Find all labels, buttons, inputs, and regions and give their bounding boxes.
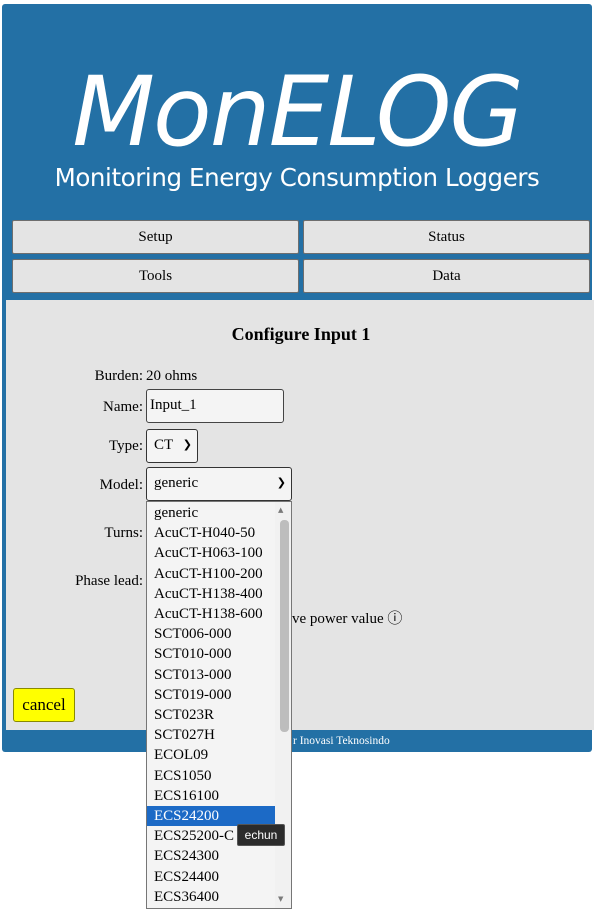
burden-value: 20 ohms xyxy=(146,368,198,384)
type-label: Type: xyxy=(109,438,143,454)
dropdown-option[interactable]: AcuCT-H063-100 xyxy=(147,543,275,563)
model-label: Model: xyxy=(99,477,143,493)
tools-button[interactable]: Tools xyxy=(12,259,299,293)
data-button[interactable]: Data xyxy=(303,259,590,293)
name-input-value: Input_1 xyxy=(150,397,197,413)
chevron-down-icon: ❯ xyxy=(276,476,286,489)
dropdown-option[interactable]: ECS24200 xyxy=(147,806,275,826)
tagline: Monitoring Energy Consumption Loggers xyxy=(54,163,540,192)
main-nav: Setup Status Tools Data xyxy=(2,218,592,296)
dropdown-option[interactable]: AcuCT-H138-600 xyxy=(147,604,275,624)
scroll-up-icon[interactable]: ▲ xyxy=(278,506,283,514)
name-input[interactable]: Input_1 xyxy=(146,389,284,423)
dropdown-option[interactable]: AcuCT-H138-400 xyxy=(147,584,275,604)
dropdown-option[interactable]: SCT027H xyxy=(147,725,275,745)
dropdown-option[interactable]: ECS24300 xyxy=(147,846,275,866)
dropdown-option[interactable]: AcuCT-H040-50 xyxy=(147,523,275,543)
type-select[interactable]: CT ❯ xyxy=(146,429,198,463)
scroll-down-icon[interactable]: ▼ xyxy=(278,895,283,903)
type-select-value: CT xyxy=(154,437,174,453)
scrollbar[interactable]: ▲ ▼ xyxy=(275,502,291,908)
dropdown-option[interactable]: ECOL09 xyxy=(147,745,275,765)
turns-label: Turns: xyxy=(104,525,143,541)
power-value-text: ve power value ⓘ xyxy=(292,611,403,627)
chevron-down-icon: ❯ xyxy=(182,438,192,451)
cancel-button[interactable]: cancel xyxy=(13,688,75,722)
dropdown-option[interactable]: SCT006-000 xyxy=(147,624,275,644)
setup-button[interactable]: Setup xyxy=(12,220,299,254)
phase-lead-label: Phase lead: xyxy=(75,573,143,589)
model-select-value: generic xyxy=(154,475,199,491)
footer-text: r Inovasi Teknosindo xyxy=(293,735,390,747)
page-title: Configure Input 1 xyxy=(231,324,371,344)
dropdown-option[interactable]: ECS24400 xyxy=(147,867,275,887)
status-button[interactable]: Status xyxy=(303,220,590,254)
dropdown-option[interactable]: ECS36400 xyxy=(147,887,275,907)
logo-text: MonELOG xyxy=(72,56,524,168)
dropdown-option[interactable]: SCT010-000 xyxy=(147,644,275,664)
dropdown-option[interactable]: ECS16100 xyxy=(147,786,275,806)
dropdown-option[interactable]: AcuCT-H100-200 xyxy=(147,564,275,584)
model-dropdown-list[interactable]: generic AcuCT-H040-50 AcuCT-H063-100 AcuCT-… xyxy=(146,501,292,909)
name-label: Name: xyxy=(103,399,143,415)
scroll-thumb[interactable] xyxy=(280,520,289,732)
dropdown-option[interactable]: SCT019-000 xyxy=(147,685,275,705)
dropdown-option[interactable]: SCT013-000 xyxy=(147,665,275,685)
app-frame: MonELOG Monitoring Energy Consumption Lo… xyxy=(2,4,594,752)
dropdown-option[interactable]: SCT023R xyxy=(147,705,275,725)
burden-label: Burden: xyxy=(94,368,143,384)
config-panel: Configure Input 1 xyxy=(6,300,594,730)
dropdown-option[interactable]: ECS1050 xyxy=(147,766,275,786)
model-select[interactable]: generic ❯ xyxy=(146,467,292,501)
dropdown-option[interactable]: generic xyxy=(147,503,275,523)
tooltip: echun xyxy=(237,824,285,846)
